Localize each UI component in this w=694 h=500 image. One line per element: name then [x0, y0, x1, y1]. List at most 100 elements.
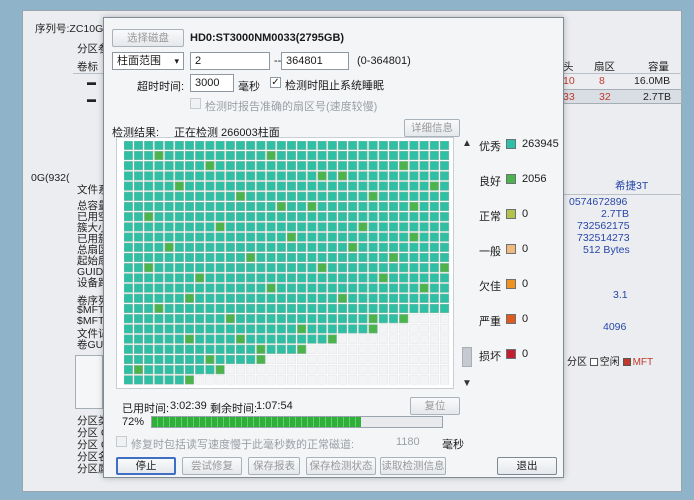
save-report-button[interactable]: 保存报表 — [248, 457, 300, 475]
block-cell — [266, 375, 276, 385]
block-cell — [317, 293, 327, 303]
info-value: 0574672896 — [569, 196, 628, 208]
select-disk-button[interactable]: 选择磁盘 — [112, 29, 184, 47]
block-cell — [378, 252, 388, 263]
scroll-down-icon[interactable]: ▼ — [460, 377, 474, 390]
save-check-state-button[interactable]: 保存检测状态 — [306, 457, 376, 475]
block-cell — [133, 252, 144, 263]
exit-button[interactable]: 退出 — [497, 457, 557, 475]
block-cell — [419, 283, 429, 293]
block-cell — [246, 191, 256, 201]
block-cell — [286, 283, 297, 293]
reset-button[interactable]: 复位 — [410, 397, 460, 415]
block-cell — [419, 150, 429, 161]
disk-check-dialog: 选择磁盘 HD0:ST3000NM0033(2795GB) 柱面范围 ▾ 2 -… — [103, 17, 564, 478]
block-cell — [348, 273, 358, 283]
tree-node-1[interactable]: ▬ — [87, 77, 96, 87]
stop-button[interactable]: 停止 — [116, 457, 176, 475]
try-repair-button[interactable]: 尝试修复 — [182, 457, 242, 475]
block-cell — [256, 171, 266, 181]
block-cell — [215, 222, 225, 232]
block-cell — [256, 150, 266, 161]
block-cell — [154, 263, 164, 273]
timeout-input[interactable]: 3000 — [190, 74, 234, 92]
block-cell — [358, 314, 368, 324]
block-cell — [133, 242, 144, 252]
repair-slow-checkbox[interactable] — [116, 436, 127, 447]
block-cell — [144, 252, 154, 263]
block-cell — [337, 232, 348, 242]
block-cell — [133, 150, 144, 161]
block-cell — [348, 252, 358, 263]
block-cell — [154, 324, 164, 334]
block-cell — [205, 324, 215, 334]
load-check-info-button[interactable]: 读取检测信息 — [380, 457, 446, 475]
block-cell — [358, 354, 368, 365]
block-cell — [286, 365, 297, 375]
scroll-thumb[interactable] — [462, 347, 472, 367]
block-cell — [195, 242, 205, 252]
block-cell — [388, 283, 399, 293]
block-cell — [429, 201, 439, 212]
block-cell — [215, 375, 225, 385]
block-cell — [164, 293, 174, 303]
block-cell — [266, 334, 276, 344]
range-start-input[interactable]: 2 — [190, 52, 270, 70]
block-cell — [154, 252, 164, 263]
disk-size-item[interactable]: 0G(932( — [31, 172, 70, 184]
block-cell — [297, 212, 307, 222]
block-cell — [317, 161, 327, 171]
chevron-down-icon: ▾ — [174, 56, 179, 66]
block-cell — [133, 314, 144, 324]
range-end-input[interactable]: 364801 — [281, 52, 349, 70]
good-swatch-icon — [506, 174, 516, 184]
block-cell — [266, 324, 276, 334]
progress-bar — [151, 416, 443, 428]
block-cell — [378, 334, 388, 344]
block-cell — [235, 314, 246, 324]
block-cell — [327, 354, 337, 365]
block-cell — [235, 273, 246, 283]
block-cell — [205, 232, 215, 242]
repair-threshold-value[interactable]: 1180 — [396, 436, 420, 448]
block-cell — [409, 344, 419, 354]
detail-info-button[interactable]: 详细信息 — [404, 119, 460, 137]
block-cell — [184, 201, 195, 212]
poor-swatch-icon — [506, 279, 516, 289]
block-cell — [205, 252, 215, 263]
block-cell — [164, 354, 174, 365]
block-cell — [429, 283, 439, 293]
block-cell — [286, 293, 297, 303]
block-cell — [205, 365, 215, 375]
block-cell — [327, 252, 337, 263]
block-cell — [215, 314, 225, 324]
block-cell — [266, 232, 276, 242]
block-cell — [327, 314, 337, 324]
report-sector-checkbox[interactable] — [190, 98, 201, 109]
range-mode-select[interactable]: 柱面范围 ▾ — [112, 52, 184, 70]
block-cell — [399, 201, 409, 212]
block-cell — [144, 324, 154, 334]
block-map-scrollbar[interactable]: ▲ ▼ — [460, 137, 474, 393]
block-cell — [184, 314, 195, 324]
block-cell — [327, 150, 337, 161]
block-cell — [317, 334, 327, 344]
block-cell — [246, 344, 256, 354]
block-cell — [327, 283, 337, 293]
block-cell — [215, 344, 225, 354]
block-cell — [297, 232, 307, 242]
tree-node-2[interactable]: ▬ — [87, 94, 96, 104]
block-cell — [327, 324, 337, 334]
block-cell — [256, 273, 266, 283]
block-cell — [307, 354, 317, 365]
block-cell — [439, 375, 450, 385]
range-hint: (0-364801) — [357, 55, 411, 67]
block-cell — [388, 314, 399, 324]
block-cell — [358, 212, 368, 222]
serial-label: 序列号:ZC10GT — [35, 23, 110, 35]
block-cell — [276, 303, 286, 314]
scroll-up-icon[interactable]: ▲ — [460, 137, 474, 150]
block-cell — [276, 354, 286, 365]
block-cell — [358, 141, 368, 150]
prevent-sleep-checkbox[interactable]: ✓ — [270, 77, 281, 88]
